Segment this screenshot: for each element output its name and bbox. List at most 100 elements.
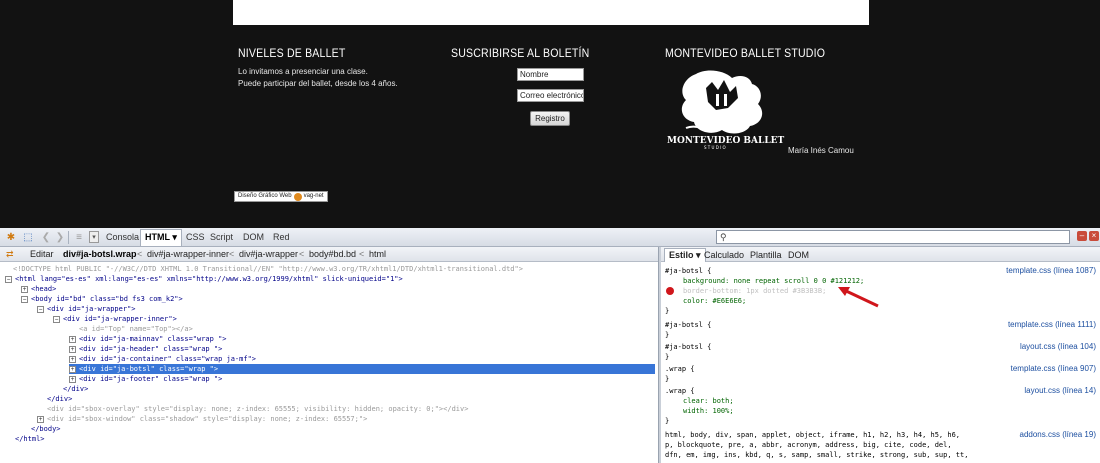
- expand-icon[interactable]: +: [69, 335, 76, 343]
- tab-side-dom[interactable]: DOM: [788, 250, 809, 260]
- breadcrumb-item-html[interactable]: html: [369, 249, 386, 259]
- minimize-icon[interactable]: –: [1077, 231, 1087, 241]
- expand-toggle-icon[interactable]: ⇄: [6, 249, 14, 260]
- chevron-down-icon: ▾: [696, 250, 701, 260]
- css-source-link[interactable]: template.css (línea 1111): [1008, 320, 1096, 329]
- tab-consola[interactable]: Consola: [106, 232, 139, 242]
- firebug-toolbar: ✱ ⬚ ❮ ❯ ≡ ▾ Consola HTML ▾ CSS Script DO…: [0, 228, 1100, 247]
- red-arrow-annotation: [838, 287, 879, 308]
- css-source-link[interactable]: layout.css (línea 14): [1024, 386, 1096, 395]
- html-tree-pane: <!DOCTYPE html PUBLIC "-//W3C//DTD XHTML…: [0, 262, 658, 463]
- tree-close-body: </body>: [31, 425, 61, 433]
- css-rule-close: }: [665, 307, 670, 315]
- tree-node-ja-wrapper[interactable]: − <div id="ja-wrapper">: [37, 304, 136, 314]
- tab-estilo-label: Estilo: [669, 250, 694, 260]
- collapse-icon[interactable]: −: [53, 315, 60, 323]
- css-source-link[interactable]: template.css (línea 907): [1011, 364, 1096, 373]
- firebug-bug-icon[interactable]: ✱: [5, 231, 17, 243]
- tree-node-ja-footer[interactable]: + <div id="ja-footer" class="wrap ">: [69, 374, 222, 384]
- tree-node-ja-mainnav[interactable]: + <div id="ja-mainnav" class="wrap ">: [69, 334, 227, 344]
- expand-icon[interactable]: +: [69, 345, 76, 353]
- close-icon[interactable]: ×: [1089, 231, 1099, 241]
- css-selector[interactable]: #ja-botsl {: [665, 320, 711, 330]
- tree-node-ja-botsl-selected[interactable]: + <div id="ja-botsl" class="wrap ">: [69, 364, 655, 374]
- forward-arrow-icon[interactable]: ❯: [54, 231, 66, 243]
- back-arrow-icon[interactable]: ❮: [40, 231, 52, 243]
- ballet-studio-logo: MONTEVIDEO BALLET S T U D I O: [667, 70, 785, 150]
- name-field[interactable]: Nombre: [517, 68, 584, 81]
- tree-node-ja-wrapper-inner[interactable]: − <div id="ja-wrapper-inner">: [53, 314, 177, 324]
- expand-icon[interactable]: +: [21, 285, 28, 293]
- css-property[interactable]: color: #E6E6E6;: [683, 296, 746, 306]
- css-source-link[interactable]: addons.css (línea 19): [1020, 430, 1097, 439]
- tree-node-sbox-window[interactable]: + <div id="sbox-window" class="shadow" st…: [37, 414, 367, 424]
- search-input[interactable]: ⚲: [716, 230, 1070, 244]
- html-subtoolbar: ⇄ Editar div#ja-botsl.wrap < div#ja-wrap…: [0, 247, 658, 262]
- tree-node-html[interactable]: − <html lang="es-es" xml:lang="es-es" xml…: [5, 274, 403, 284]
- levels-line-1: Lo invitamos a presenciar una clase.: [238, 67, 368, 76]
- css-selector[interactable]: .wrap {: [665, 364, 695, 374]
- breadcrumb-item-botsl[interactable]: div#ja-botsl.wrap: [63, 249, 137, 259]
- tree-node-ja-container[interactable]: + <div id="ja-container" class="wrap ja-m…: [69, 354, 256, 364]
- breadcrumb-item-wrapper-inner[interactable]: div#ja-wrapper-inner: [147, 249, 229, 259]
- breadcrumb-separator: <: [137, 249, 143, 259]
- menu-dropdown-icon[interactable]: ▾: [89, 231, 99, 243]
- css-selector[interactable]: #ja-botsl {: [665, 342, 711, 352]
- tab-red[interactable]: Red: [273, 232, 290, 242]
- breadcrumb-separator: <: [359, 249, 365, 259]
- collapse-icon[interactable]: −: [21, 295, 28, 303]
- register-button[interactable]: Registro: [530, 111, 570, 126]
- css-selector[interactable]: #ja-botsl {: [665, 266, 711, 276]
- website-footer: NIVELES DE BALLET Lo invitamos a presenc…: [0, 0, 1100, 228]
- tree-close-div: </div>: [63, 385, 89, 393]
- breadcrumb-item-body[interactable]: body#bd.bd: [309, 249, 356, 259]
- css-selector[interactable]: dfn, em, img, ins, kbd, q, s, samp, smal…: [665, 450, 968, 460]
- tab-dom[interactable]: DOM: [243, 232, 264, 242]
- tree-node-ja-header[interactable]: + <div id="ja-header" class="wrap ">: [69, 344, 222, 354]
- breadcrumb-separator: <: [229, 249, 235, 259]
- css-property[interactable]: clear: both;: [683, 396, 734, 406]
- content-box-bottom: [233, 0, 869, 25]
- tree-node-top-anchor[interactable]: <a id="Top" name="Top"></a>: [79, 324, 193, 334]
- tab-html-label: HTML: [145, 232, 170, 242]
- tab-html[interactable]: HTML ▾: [140, 229, 182, 246]
- email-field[interactable]: Correo electrónico: [517, 89, 584, 102]
- levels-line-2: Puede participar del ballet, desde los 4…: [238, 79, 398, 88]
- design-credit[interactable]: Diseño Gráfico Web vag-net: [234, 191, 328, 202]
- tab-css[interactable]: CSS: [186, 232, 205, 242]
- css-rule-close: }: [665, 417, 670, 425]
- expand-icon[interactable]: +: [69, 365, 76, 373]
- expand-icon[interactable]: +: [69, 375, 76, 383]
- expand-icon[interactable]: +: [37, 415, 44, 423]
- css-selector[interactable]: .wrap {: [665, 386, 695, 396]
- levels-title: NIVELES DE BALLET: [238, 46, 346, 60]
- tree-close-html: </html>: [15, 435, 45, 443]
- edit-button[interactable]: Editar: [30, 249, 54, 259]
- tab-calculado[interactable]: Calculado: [704, 250, 744, 260]
- tree-node-head[interactable]: + <head>: [21, 284, 56, 294]
- collapse-icon[interactable]: −: [5, 275, 12, 283]
- tree-node-body[interactable]: − <body id="bd" class="bd fs3 com_k2">: [21, 294, 183, 304]
- css-selector[interactable]: p, blockquote, pre, a, abbr, acronym, ad…: [665, 440, 952, 450]
- collapse-icon[interactable]: −: [37, 305, 44, 313]
- expand-icon[interactable]: +: [69, 355, 76, 363]
- css-property-disabled[interactable]: border-bottom: 1px dotted #3B3B3B;: [683, 286, 826, 296]
- breadcrumb-separator: <: [299, 249, 305, 259]
- tab-estilo[interactable]: Estilo ▾: [664, 248, 706, 262]
- css-source-link[interactable]: layout.css (línea 104): [1020, 342, 1096, 351]
- css-property[interactable]: width: 100%;: [683, 406, 734, 416]
- css-style-pane: #ja-botsl { template.css (línea 1087) ba…: [661, 262, 1100, 463]
- breadcrumb-item-wrapper[interactable]: div#ja-wrapper: [239, 249, 298, 259]
- inspect-icon[interactable]: ⬚: [22, 231, 34, 243]
- search-icon: ⚲: [720, 232, 727, 242]
- tab-script[interactable]: Script: [210, 232, 233, 242]
- css-selector[interactable]: html, body, div, span, applet, object, i…: [665, 430, 960, 440]
- css-rule-close: }: [665, 375, 670, 383]
- tree-close-div: </div>: [47, 395, 73, 403]
- tab-plantilla[interactable]: Plantilla: [750, 250, 782, 260]
- list-icon[interactable]: ≡: [73, 231, 85, 243]
- tree-node-sbox-overlay[interactable]: <div id="sbox-overlay" style="display: n…: [47, 404, 468, 414]
- logo-text: MONTEVIDEO BALLET: [667, 136, 785, 146]
- css-source-link[interactable]: template.css (línea 1087): [1006, 266, 1096, 275]
- disabled-property-icon[interactable]: [666, 287, 674, 295]
